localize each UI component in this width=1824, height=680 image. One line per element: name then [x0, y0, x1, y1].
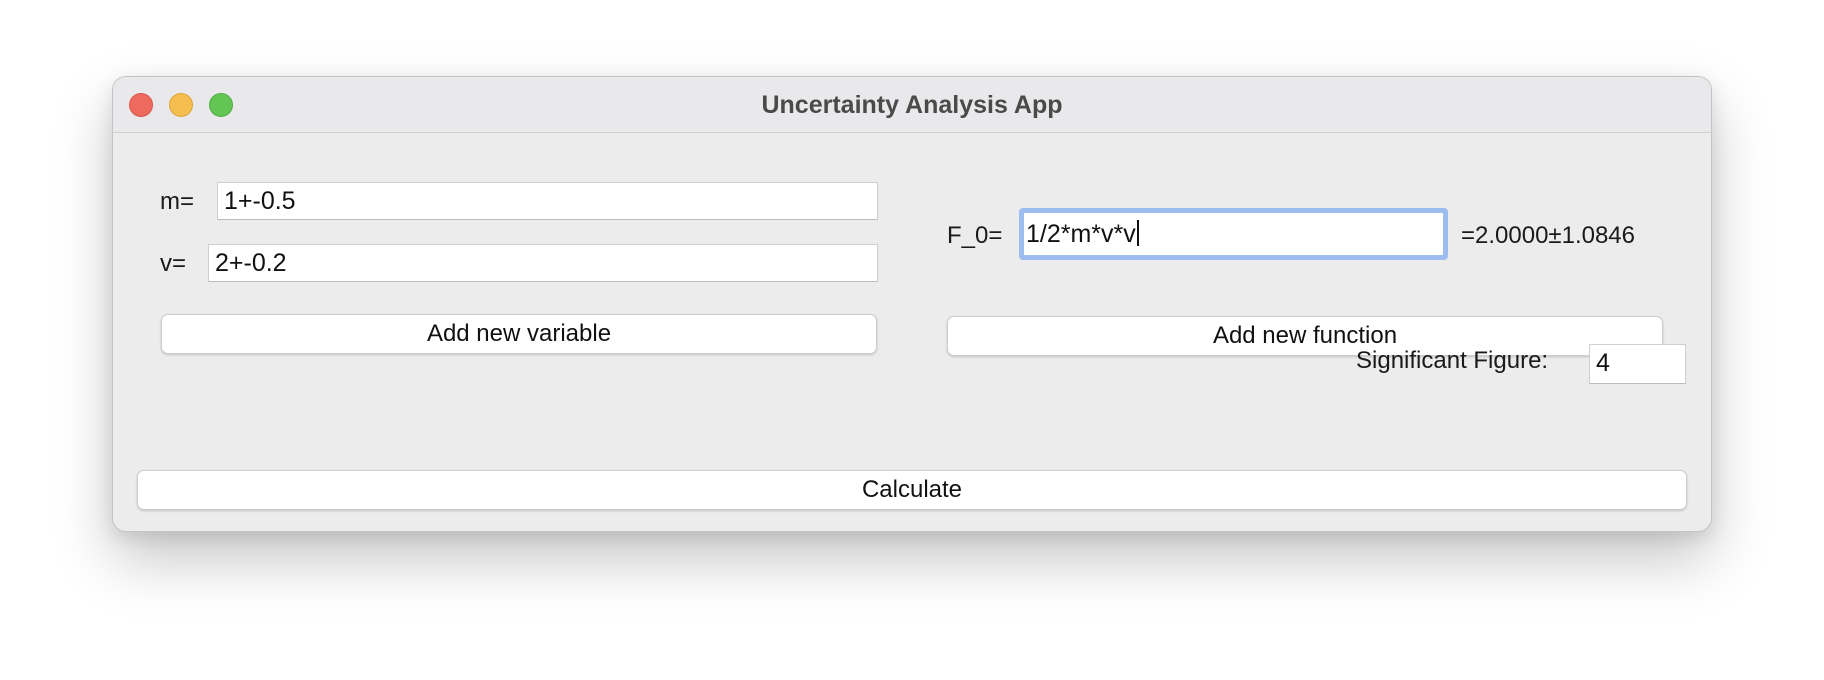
variable-v-value: 2+-0.2	[215, 249, 287, 277]
text-cursor	[1136, 220, 1139, 247]
function-f0-label: F_0=	[947, 222, 1003, 249]
app-window: Uncertainty Analysis App m= 1+-0.5 v= 2+…	[112, 76, 1712, 532]
calculate-button[interactable]: Calculate	[137, 470, 1687, 510]
variable-m-input[interactable]: 1+-0.5	[217, 182, 878, 220]
function-f0-result: =2.0000±1.0846	[1461, 222, 1635, 249]
significant-figure-label: Significant Figure:	[1356, 347, 1549, 374]
function-f0-value: 1/2*m*v*v	[1026, 220, 1136, 248]
significant-figure-input[interactable]: 4	[1589, 344, 1686, 384]
variable-v-label: v=	[160, 250, 187, 277]
function-f0-input[interactable]: 1/2*m*v*v	[1019, 208, 1448, 260]
window-title: Uncertainty Analysis App	[761, 91, 1063, 119]
add-variable-button[interactable]: Add new variable	[161, 314, 877, 354]
variable-m-value: 1+-0.5	[224, 187, 296, 215]
title-bar: Uncertainty Analysis App	[113, 77, 1711, 133]
variable-m-label: m=	[160, 188, 195, 215]
variable-v-input[interactable]: 2+-0.2	[208, 244, 878, 282]
add-function-button[interactable]: Add new function	[947, 316, 1663, 356]
significant-figure-value: 4	[1596, 349, 1610, 377]
